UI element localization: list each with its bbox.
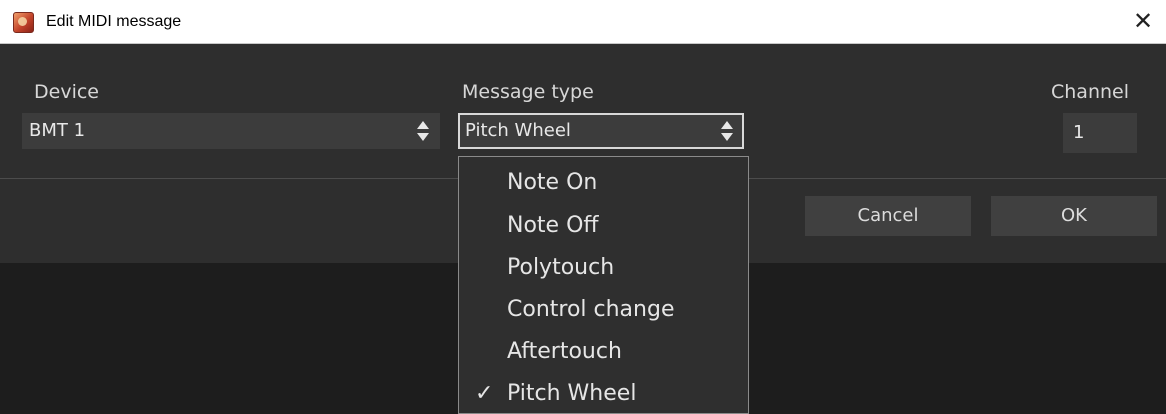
ok-button[interactable]: OK xyxy=(991,196,1157,236)
message-type-select[interactable]: Pitch Wheel xyxy=(458,113,744,149)
message-type-value: Pitch Wheel xyxy=(465,120,571,141)
message-type-label: Message type xyxy=(462,81,594,103)
updown-arrows-icon xyxy=(721,121,733,141)
updown-arrows-icon xyxy=(417,121,429,141)
checkmark-icon: ✓ xyxy=(475,381,494,406)
message-type-dropdown: Note On Note Off Polytouch Control chang… xyxy=(458,156,749,414)
cancel-button[interactable]: Cancel xyxy=(805,196,971,236)
dropdown-item-polytouch[interactable]: Polytouch xyxy=(507,255,614,280)
dropdown-item-note-on[interactable]: Note On xyxy=(507,170,597,195)
channel-value: 1 xyxy=(1073,122,1085,143)
channel-label: Channel xyxy=(1051,81,1130,103)
app-logo-icon xyxy=(13,12,34,33)
device-label: Device xyxy=(34,81,99,103)
dropdown-item-aftertouch[interactable]: Aftertouch xyxy=(507,339,622,364)
window-title: Edit MIDI message xyxy=(46,13,182,30)
device-select[interactable]: BMT 1 xyxy=(22,113,440,149)
close-button[interactable]: ✕ xyxy=(1120,0,1166,43)
dropdown-item-control-change[interactable]: Control change xyxy=(507,297,674,322)
device-value: BMT 1 xyxy=(29,120,86,141)
channel-input[interactable]: 1 xyxy=(1063,113,1137,153)
title-bar: Edit MIDI message ✕ xyxy=(0,0,1166,44)
dropdown-item-pitch-wheel[interactable]: Pitch Wheel xyxy=(507,381,636,406)
dropdown-item-note-off[interactable]: Note Off xyxy=(507,213,599,238)
